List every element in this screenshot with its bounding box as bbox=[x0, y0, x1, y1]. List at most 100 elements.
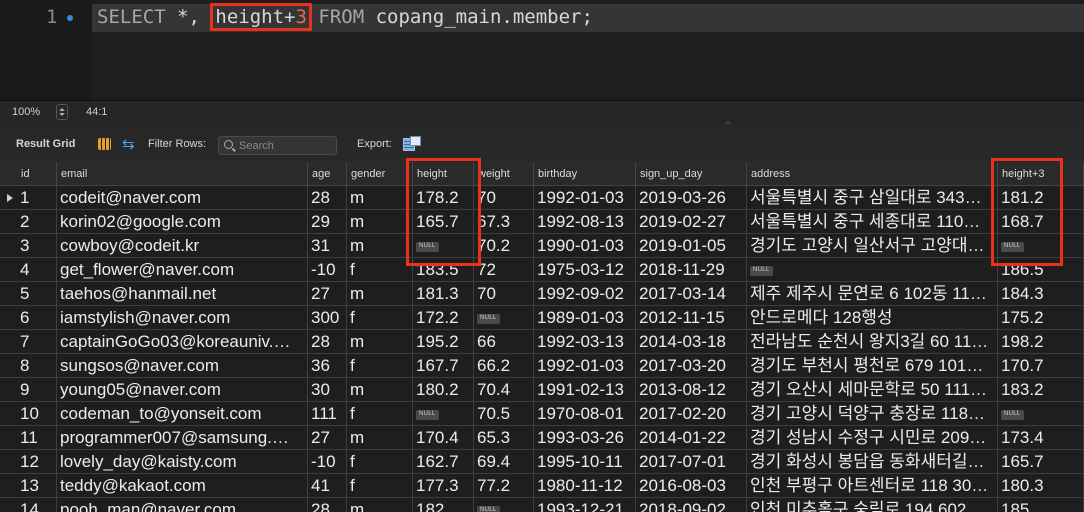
cell-address[interactable]: 경기도 고양시 일산서구 고양대… bbox=[747, 234, 998, 258]
column-header-gender[interactable]: gender bbox=[347, 162, 413, 186]
cell-id[interactable]: 4 bbox=[17, 258, 57, 282]
cell-age[interactable]: 27 bbox=[308, 426, 347, 450]
cell-gender[interactable]: f bbox=[347, 258, 413, 282]
table-row[interactable]: 4 get_flower@naver.com -10 f 183.5 72 1975-03-… bbox=[0, 258, 1084, 282]
cell-sign-up-day[interactable]: 2014-01-22 bbox=[636, 426, 747, 450]
cell-age[interactable]: -10 bbox=[308, 258, 347, 282]
cell-email[interactable]: cowboy@codeit.kr bbox=[57, 234, 308, 258]
cell-email[interactable]: korin02@google.com bbox=[57, 210, 308, 234]
cell-weight[interactable]: 70 bbox=[474, 282, 534, 306]
cell-weight[interactable]: 66.2 bbox=[474, 354, 534, 378]
table-row[interactable]: 14 pooh_man@naver.com 28 m 182 NULL 1993-12-21… bbox=[0, 498, 1084, 512]
cell-weight[interactable]: 70.2 bbox=[474, 234, 534, 258]
cell-sign-up-day[interactable]: 2019-02-27 bbox=[636, 210, 747, 234]
cell-birthday[interactable]: 1992-01-03 bbox=[534, 354, 636, 378]
cell-age[interactable]: 300 bbox=[308, 306, 347, 330]
column-header-weight[interactable]: weight bbox=[474, 162, 534, 186]
cell-email[interactable]: young05@naver.com bbox=[57, 378, 308, 402]
cell-id[interactable]: 2 bbox=[17, 210, 57, 234]
cell-sign-up-day[interactable]: 2018-11-29 bbox=[636, 258, 747, 282]
cell-email[interactable]: iamstylish@naver.com bbox=[57, 306, 308, 330]
cell-height[interactable]: 181.3 bbox=[413, 282, 474, 306]
cell-age[interactable]: 28 bbox=[308, 330, 347, 354]
cell-gender[interactable]: f bbox=[347, 402, 413, 426]
table-row[interactable]: 8 sungsos@naver.com 36 f 167.7 66.2 1992-01-03… bbox=[0, 354, 1084, 378]
column-header-age[interactable]: age bbox=[308, 162, 347, 186]
cell-gender[interactable]: m bbox=[347, 186, 413, 210]
cell-gender[interactable]: m bbox=[347, 378, 413, 402]
zoom-stepper-icon[interactable] bbox=[56, 104, 68, 120]
cell-sign-up-day[interactable]: 2016-08-03 bbox=[636, 474, 747, 498]
cell-height-plus-3[interactable]: 198.2 bbox=[998, 330, 1084, 354]
cell-address[interactable]: 서울특별시 중구 세종대로 110… bbox=[747, 210, 998, 234]
cell-address[interactable]: 경기 성남시 수정구 시민로 209… bbox=[747, 426, 998, 450]
cell-birthday[interactable]: 1992-09-02 bbox=[534, 282, 636, 306]
cell-email[interactable]: lovely_day@kaisty.com bbox=[57, 450, 308, 474]
sql-editor[interactable]: 1 SELECT *, height+3 FROM copang_main.me… bbox=[0, 0, 1084, 100]
cell-height-plus-3[interactable]: 165.7 bbox=[998, 450, 1084, 474]
result-grid-tab[interactable]: Result Grid bbox=[16, 138, 75, 150]
cell-birthday[interactable]: 1993-12-21 bbox=[534, 498, 636, 512]
cell-address[interactable]: 경기 화성시 봉담읍 동화새터길… bbox=[747, 450, 998, 474]
cell-sign-up-day[interactable]: 2017-03-14 bbox=[636, 282, 747, 306]
cell-height[interactable]: 162.7 bbox=[413, 450, 474, 474]
cell-weight[interactable]: 70.5 bbox=[474, 402, 534, 426]
refresh-icon[interactable]: ⇆ bbox=[122, 135, 135, 153]
cell-gender[interactable]: m bbox=[347, 282, 413, 306]
cell-email[interactable]: pooh_man@naver.com bbox=[57, 498, 308, 512]
cell-height[interactable]: NULL bbox=[413, 234, 474, 258]
cell-address[interactable]: 제주 제주시 문연로 6 102동 11… bbox=[747, 282, 998, 306]
cell-height-plus-3[interactable]: 175.2 bbox=[998, 306, 1084, 330]
cell-birthday[interactable]: 1995-10-11 bbox=[534, 450, 636, 474]
cell-height[interactable]: 170.4 bbox=[413, 426, 474, 450]
cell-gender[interactable]: f bbox=[347, 474, 413, 498]
cell-gender[interactable]: f bbox=[347, 450, 413, 474]
cell-weight[interactable]: 67.3 bbox=[474, 210, 534, 234]
export-icon[interactable] bbox=[403, 136, 421, 152]
cell-age[interactable]: 29 bbox=[308, 210, 347, 234]
cell-age[interactable]: 27 bbox=[308, 282, 347, 306]
cell-age[interactable]: 36 bbox=[308, 354, 347, 378]
cell-age[interactable]: 30 bbox=[308, 378, 347, 402]
cell-id[interactable]: 14 bbox=[17, 498, 57, 512]
cell-id[interactable]: 3 bbox=[17, 234, 57, 258]
cell-height[interactable]: 180.2 bbox=[413, 378, 474, 402]
cell-weight[interactable]: NULL bbox=[474, 306, 534, 330]
table-row[interactable]: 5 taehos@hanmail.net 27 m 181.3 70 1992-09-02 2… bbox=[0, 282, 1084, 306]
cell-weight[interactable]: 77.2 bbox=[474, 474, 534, 498]
cell-height[interactable]: 178.2 bbox=[413, 186, 474, 210]
cell-sign-up-day[interactable]: 2019-01-05 bbox=[636, 234, 747, 258]
cell-sign-up-day[interactable]: 2014-03-18 bbox=[636, 330, 747, 354]
cell-id[interactable]: 9 bbox=[17, 378, 57, 402]
cell-address[interactable]: 경기 고양시 덕양구 충장로 118… bbox=[747, 402, 998, 426]
column-header-height[interactable]: height bbox=[413, 162, 474, 186]
cell-height-plus-3[interactable]: 184.3 bbox=[998, 282, 1084, 306]
cell-id[interactable]: 10 bbox=[17, 402, 57, 426]
result-grid[interactable]: id email age gender height weight birthday sign… bbox=[0, 162, 1084, 512]
cell-email[interactable]: get_flower@naver.com bbox=[57, 258, 308, 282]
cell-height[interactable]: 182 bbox=[413, 498, 474, 512]
cell-height-plus-3[interactable]: 181.2 bbox=[998, 186, 1084, 210]
cell-height-plus-3[interactable]: NULL bbox=[998, 234, 1084, 258]
cell-id[interactable]: 7 bbox=[17, 330, 57, 354]
cell-address[interactable]: 전라남도 순천시 왕지3길 60 11… bbox=[747, 330, 998, 354]
cell-address[interactable]: 인천 미추홀구 숭림로 194 602… bbox=[747, 498, 998, 512]
cell-address[interactable]: 인천 부평구 아트센터로 118 30… bbox=[747, 474, 998, 498]
column-header-id[interactable]: id bbox=[17, 162, 57, 186]
cell-sign-up-day[interactable]: 2017-03-20 bbox=[636, 354, 747, 378]
cell-gender[interactable]: m bbox=[347, 426, 413, 450]
sql-statement[interactable]: SELECT *, height+3 FROM copang_main.memb… bbox=[97, 3, 593, 31]
column-header-email[interactable]: email bbox=[57, 162, 308, 186]
cell-age[interactable]: 41 bbox=[308, 474, 347, 498]
cell-birthday[interactable]: 1992-03-13 bbox=[534, 330, 636, 354]
table-row[interactable]: 3 cowboy@codeit.kr 31 m NULL 70.2 1990-01-03 20… bbox=[0, 234, 1084, 258]
table-row[interactable]: 12 lovely_day@kaisty.com -10 f 162.7 69.4 1995… bbox=[0, 450, 1084, 474]
cell-birthday[interactable]: 1975-03-12 bbox=[534, 258, 636, 282]
cell-gender[interactable]: m bbox=[347, 210, 413, 234]
cell-age[interactable]: 31 bbox=[308, 234, 347, 258]
table-row[interactable]: 13 teddy@kakaot.com 41 f 177.3 77.2 1980-11-12… bbox=[0, 474, 1084, 498]
cell-id[interactable]: 11 bbox=[17, 426, 57, 450]
cell-email[interactable]: codeman_to@yonseit.com bbox=[57, 402, 308, 426]
cell-weight[interactable]: 70.4 bbox=[474, 378, 534, 402]
column-header-height-plus-3[interactable]: height+3 bbox=[998, 162, 1084, 186]
